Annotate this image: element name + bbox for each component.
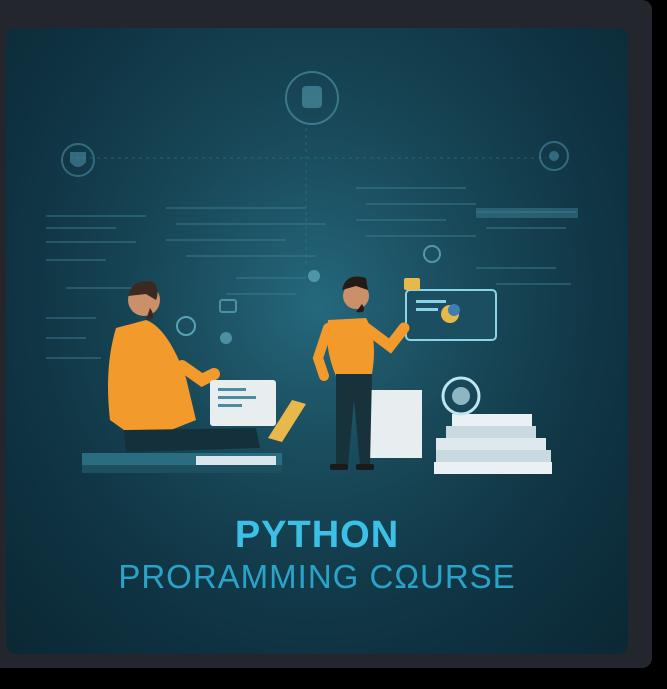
bottom-bar	[0, 668, 667, 689]
window-frame: PYTHON PRORAMMING CΩURSE	[0, 0, 652, 668]
course-poster: PYTHON PRORAMMING CΩURSE	[6, 28, 628, 654]
poster-title: PYTHON	[234, 514, 400, 556]
poster-subtitle: PRORAMMING CΩURSE	[118, 558, 516, 595]
monitor-screen	[405, 289, 497, 341]
